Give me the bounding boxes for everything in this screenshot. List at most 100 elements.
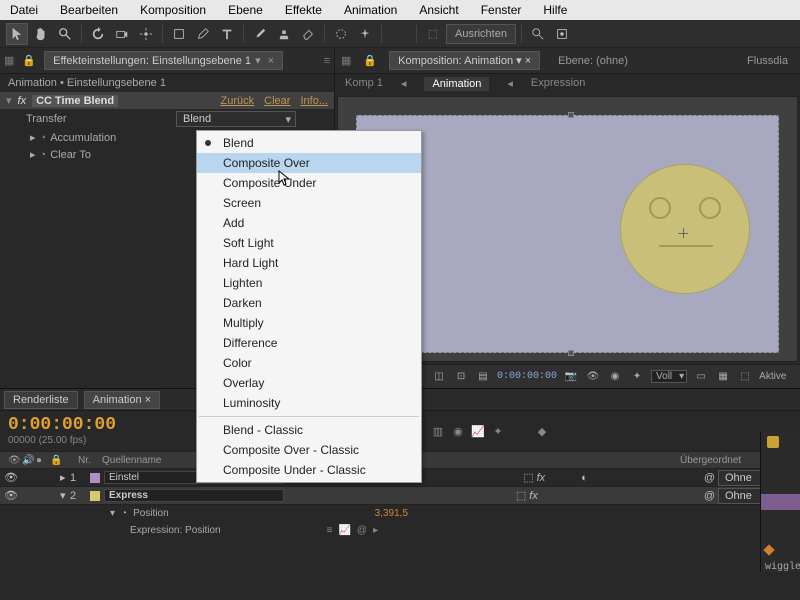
twirl-icon[interactable]: ▾ [6,94,12,107]
current-time-indicator[interactable] [767,436,779,448]
fx-icon[interactable]: fx [18,95,27,107]
dropdown-option-composite-under[interactable]: Composite Under [197,173,421,193]
expression-language-icon[interactable]: ▸ [373,525,378,536]
layer-row-2[interactable]: 👁 ▾ 2 Express ⬚ fx @ Ohne [0,487,800,505]
mask-icon[interactable]: ◫ [431,369,447,385]
resolution-dropdown[interactable]: Voll [651,370,687,383]
fx-indicator-icon[interactable]: fx [537,472,546,484]
effect-info-link[interactable]: Info... [300,95,328,107]
pan-behind-tool[interactable] [135,23,157,45]
stopwatch-icon[interactable]: ◔ [40,132,47,144]
snap-icon[interactable] [551,23,573,45]
close-icon[interactable]: × [145,394,151,406]
search-icon[interactable] [527,23,549,45]
hand-tool[interactable] [30,23,52,45]
dropdown-option-composite-over[interactable]: Composite Over [197,153,421,173]
dropdown-icon[interactable]: ▾ [255,55,261,67]
nav-prev-icon[interactable]: ◂ [507,77,513,91]
adjust-icon[interactable]: ✦ [629,369,645,385]
dropdown-option-add[interactable]: Add [197,213,421,233]
label-color[interactable] [90,473,100,483]
dropdown-option-multiply[interactable]: Multiply [197,313,421,333]
lock-icon[interactable]: 🔒 [363,54,377,67]
auto-keyframe-icon[interactable]: ◆ [534,423,550,439]
position-value[interactable]: 3,391,5 [375,508,408,519]
menu-window[interactable]: Fenster [475,1,528,19]
label-color[interactable] [90,491,100,501]
twirl-icon[interactable]: ▾ [60,489,70,502]
dropdown-option-color[interactable]: Color [197,353,421,373]
menu-help[interactable]: Hilfe [537,1,573,19]
pen-tool[interactable] [192,23,214,45]
show-snapshot-icon[interactable]: 👁 [585,369,601,385]
solo-column-icon[interactable]: ● [32,455,46,466]
timeline-track-area[interactable]: wiggle( [760,432,800,572]
layer-tab[interactable]: Ebene: (ohne) [552,53,634,69]
dropdown-option-screen[interactable]: Screen [197,193,421,213]
dropdown-option-blend[interactable]: Blend [197,133,421,153]
transfer-dropdown[interactable]: Blend [176,111,296,127]
transparency-icon[interactable]: ▦ [715,369,731,385]
flowchart-tab[interactable]: Flussdia [741,53,794,69]
fx-indicator-icon[interactable]: fx [529,490,538,502]
twirl-icon[interactable]: ▸ [30,148,36,161]
twirl-icon[interactable]: ▸ [30,131,36,144]
roi-icon[interactable]: ▭ [693,369,709,385]
menu-layer[interactable]: Ebene [222,1,269,19]
position-property[interactable]: ▾ ◔ Position 3,391,5 [0,505,800,521]
menu-file[interactable]: Datei [4,1,44,19]
puppet-tool[interactable] [354,23,376,45]
brainstorm-icon[interactable]: ✦ [490,423,506,439]
twirl-icon[interactable]: ▸ [60,471,70,484]
snapshot-icon[interactable]: 📷 [563,369,579,385]
3d-view-icon[interactable]: ⬚ [737,369,753,385]
menu-animation[interactable]: Animation [338,1,403,19]
keyframe-icon[interactable] [763,544,774,555]
lock-column-icon[interactable]: 🔒 [46,455,60,466]
composition-tab[interactable]: Komposition: Animation ▾ × [389,51,540,70]
rotate-tool[interactable] [87,23,109,45]
effect-controls-tab[interactable]: Effekteinstellungen: Einstellungsebene 1… [44,51,283,70]
expression-row[interactable]: Expression: Position ≡ 📈 @ ▸ [0,521,800,539]
align-button[interactable]: Ausrichten [446,24,516,44]
dropdown-option-luminosity[interactable]: Luminosity [197,393,421,413]
motion-blur-icon[interactable]: ◉ [450,423,466,439]
menu-composition[interactable]: Komposition [134,1,212,19]
dropdown-icon[interactable]: ▾ [516,55,522,67]
close-panel-icon[interactable]: ▦ [4,54,14,67]
dropdown-option-overlay[interactable]: Overlay [197,373,421,393]
effect-header[interactable]: ▾ fx CC Time Blend Zurück Clear Info... [0,92,334,109]
close-panel-icon[interactable]: ▦ [341,54,351,67]
color-icon[interactable]: ◉ [607,369,623,385]
twirl-icon[interactable]: ▾ [110,508,115,519]
menu-view[interactable]: Ansicht [413,1,464,19]
selection-tool[interactable] [6,23,28,45]
comp-nav-item-active[interactable]: Animation [424,77,489,91]
comp-nav-item[interactable]: Expression [531,77,585,91]
visibility-toggle[interactable]: 👁 [4,489,18,502]
channel-icon[interactable]: ▤ [475,369,491,385]
dropdown-option-darken[interactable]: Darken [197,293,421,313]
expression-text[interactable]: wiggle( [765,562,800,573]
layer-bar[interactable] [761,494,800,510]
clone-stamp-tool[interactable] [273,23,295,45]
parent-pickwhip-icon[interactable]: @ [704,472,715,484]
visibility-toggle[interactable]: 👁 [4,471,18,484]
video-column-icon[interactable]: 👁 [4,455,18,466]
dropdown-option-hard-light[interactable]: Hard Light [197,253,421,273]
panel-menu-icon[interactable]: ≡ [324,55,330,67]
current-time[interactable]: 0:00:00:00 [497,371,557,382]
timeline-tab[interactable]: Animation × [84,391,160,409]
dropdown-option-composite-under-classic[interactable]: Composite Under - Classic [197,460,421,480]
parent-pickwhip-icon[interactable]: @ [704,490,715,502]
stopwatch-icon[interactable]: ◔ [40,149,47,161]
comp-nav-item[interactable]: Komp 1 [345,77,383,91]
camera-tool[interactable] [111,23,133,45]
close-icon[interactable]: × [525,55,531,67]
eraser-tool[interactable] [297,23,319,45]
graph-editor-icon[interactable]: 📈 [470,423,486,439]
dropdown-option-blend-classic[interactable]: Blend - Classic [197,420,421,440]
dropdown-option-lighten[interactable]: Lighten [197,273,421,293]
layer-name[interactable]: Express [104,489,284,502]
audio-column-icon[interactable]: 🔊 [18,455,32,466]
